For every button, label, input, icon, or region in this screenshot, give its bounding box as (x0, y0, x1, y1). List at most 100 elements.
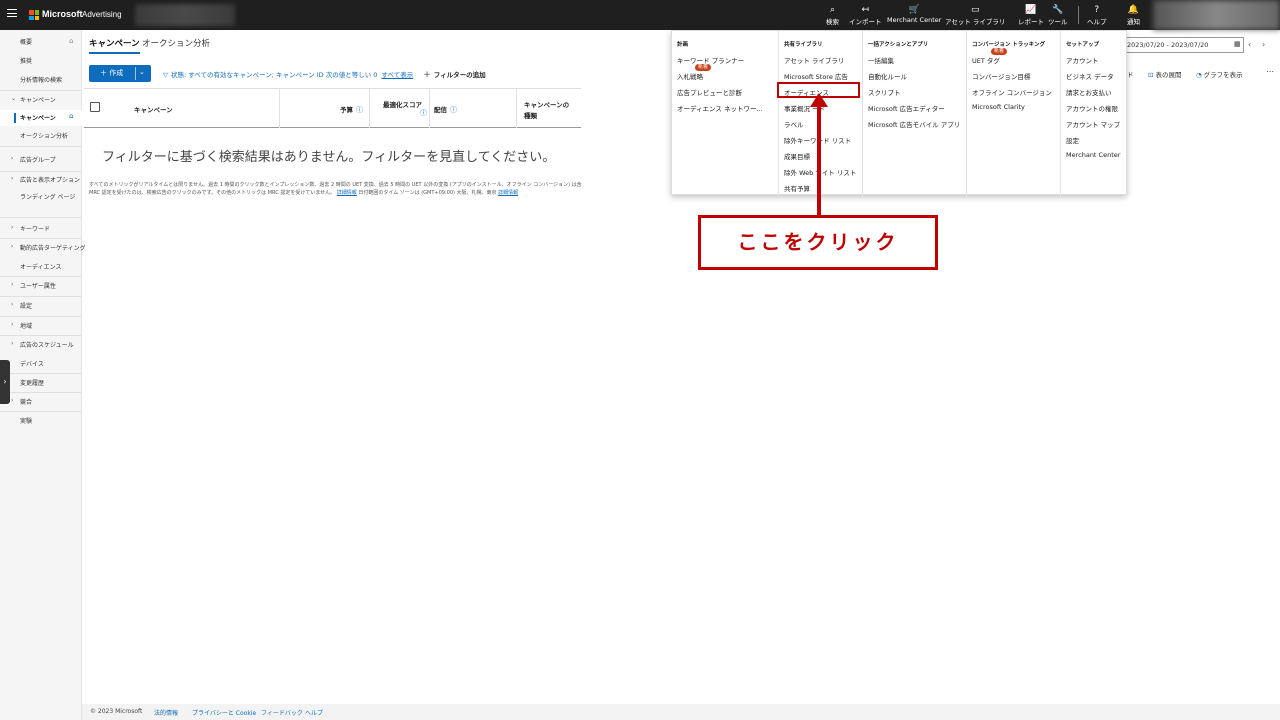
sidebar-item-locations[interactable]: › 地域 (0, 321, 82, 335)
sidebar-item-insights[interactable]: 分析情報の検索 (0, 75, 82, 89)
nav-notifications[interactable]: 🔔 通知 (1127, 5, 1140, 26)
details-link[interactable]: 詳細情報 (337, 190, 357, 196)
menu-item-account-access[interactable]: アカウントの権限 (1066, 103, 1118, 113)
menu-item-bulk-edit[interactable]: 一括編集 (868, 55, 894, 65)
nav-import[interactable]: ↤ インポート (849, 5, 882, 26)
nav-search[interactable]: ⌕ 検索 (826, 5, 839, 26)
home-icon: ⌂ (69, 37, 74, 45)
tab-campaigns[interactable]: キャンペーン (89, 37, 140, 54)
menu-item-audience-network[interactable]: オーディエンス ネットワー... (677, 103, 763, 113)
nav-tools[interactable]: 🔧 ツール (1048, 5, 1068, 26)
col-delivery[interactable]: 配信 ⓘ (434, 104, 457, 115)
menu-item-billing[interactable]: 請求とお支払い (1066, 87, 1112, 97)
menu-item-uet-tag[interactable]: UET タグ (972, 55, 1000, 65)
annotation-arrow (817, 99, 821, 215)
bell-icon: 🔔 (1127, 5, 1140, 15)
nav-reports[interactable]: 📈 レポート (1018, 5, 1044, 26)
left-sidebar: 概要 ⌂ 推奨 分析情報の検索 ⌄ キャンペーン キャンペーン ⌂ オークション… (0, 30, 86, 720)
sidebar-item-devices[interactable]: デバイス (0, 359, 82, 373)
menu-item-conversion-goals[interactable]: 成果目標 (784, 151, 810, 161)
menu-item-ad-preview[interactable]: 広告プレビューと診断 (677, 87, 742, 97)
sidebar-item-overview[interactable]: 概要 ⌂ (0, 37, 82, 51)
footer-link-help[interactable]: ヘルプ (305, 708, 323, 717)
account-selector[interactable] (135, 4, 235, 26)
filter-icon[interactable]: ▽ (163, 71, 168, 79)
sidebar-item-recommendations[interactable]: 推奨 (0, 56, 82, 70)
chevron-right-icon: › (11, 281, 14, 288)
sidebar-item-auction-insights[interactable]: オークション分析 (0, 131, 82, 145)
chevron-right-icon: › (11, 155, 14, 162)
date-next-icon[interactable]: › (1262, 40, 1265, 49)
col-campaign[interactable]: キャンペーン (134, 104, 173, 114)
sidebar-item-experiments[interactable]: 実験 (0, 416, 82, 430)
nav-merchant-center[interactable]: 🛒 Merchant Center (887, 5, 941, 24)
menu-item-mobile-app[interactable]: Microsoft 広告モバイル アプリ (868, 119, 960, 129)
sidebar-divider (0, 238, 82, 239)
menu-item-offline-conversions[interactable]: オフライン コンバージョン (972, 87, 1052, 97)
select-all-checkbox[interactable] (90, 102, 100, 112)
sidebar-item-campaigns[interactable]: キャンペーン ⌂ (0, 110, 82, 126)
sidebar-item-ads-extensions[interactable]: › 広告と表示オプション (0, 175, 82, 189)
sidebar-item-audiences[interactable]: オーディエンス (0, 262, 82, 276)
show-all-link[interactable]: すべて表示 (381, 71, 413, 79)
add-filter-button[interactable]: フィルターの追加 (434, 71, 486, 79)
menu-item-microsoft-clarity[interactable]: Microsoft Clarity (972, 103, 1025, 111)
info-icon[interactable]: ⓘ (417, 108, 427, 118)
menu-item-merchant-center[interactable]: Merchant Center (1066, 151, 1120, 159)
user-profile[interactable] (1153, 0, 1280, 30)
search-icon: ⌕ (829, 5, 836, 15)
menu-item-account-map[interactable]: アカウント マップ (1066, 119, 1120, 129)
menu-item-ads-editor[interactable]: Microsoft 広告エディター (868, 103, 945, 113)
brand-sub[interactable]: Advertising (82, 10, 122, 19)
create-button[interactable]: ＋ 作成 ⌄ (89, 65, 151, 82)
sidebar-group-campaigns[interactable]: ⌄ キャンペーン (0, 95, 82, 109)
filter-text[interactable]: 状態: すべての有効なキャンペーン; キャンペーン ID 次の値と等しい 0 (171, 71, 377, 79)
footer-link-privacy[interactable]: プライバシーと Cookie (192, 708, 256, 717)
chevron-down-icon[interactable]: ⌄ (139, 68, 145, 76)
menu-item-scripts[interactable]: スクリプト (868, 87, 901, 97)
nav-help[interactable]: ? ヘルプ (1087, 5, 1107, 26)
sidebar-collapse-toggle[interactable]: › (0, 360, 10, 404)
sidebar-item-ad-groups[interactable]: › 広告グループ (0, 155, 82, 169)
sidebar-item-change-history[interactable]: 変更履歴 (0, 378, 82, 392)
show-chart-button[interactable]: ◔ グラフを表示 (1196, 69, 1243, 79)
menu-item-accounts[interactable]: アカウント (1066, 55, 1099, 65)
calendar-icon: ▦ (1234, 40, 1241, 48)
menu-item-labels[interactable]: ラベル (784, 119, 804, 129)
sidebar-item-competition[interactable]: › 競合 (0, 397, 82, 411)
date-range-picker[interactable]: 2023/07/20 - 2023/07/20 ▦ (1124, 37, 1244, 53)
nav-asset-library[interactable]: ▭ アセット ライブラリ (945, 5, 1005, 26)
expand-table-button[interactable]: ⊡ 表の展開 (1148, 69, 1181, 79)
footer-link-feedback[interactable]: フィードバック (261, 708, 303, 717)
menu-item-asset-library[interactable]: アセット ライブラリ (784, 55, 844, 65)
menu-item-microsoft-store-ads[interactable]: Microsoft Store 広告 (784, 71, 848, 81)
menu-item-conversion-goals[interactable]: コンバージョン目標 (972, 71, 1030, 81)
menu-item-bid-strategy[interactable]: 入札戦略 (677, 71, 703, 81)
filter-bar: ▽ 状態: すべての有効なキャンペーン; キャンペーン ID 次の値と等しい 0 す… (163, 69, 486, 80)
menu-item-shared-budgets[interactable]: 共有予算 (784, 183, 810, 193)
menu-item-business-data[interactable]: ビジネス データ (1066, 71, 1114, 81)
date-prev-icon[interactable]: ‹ (1248, 40, 1251, 49)
sidebar-divider (0, 217, 82, 218)
sidebar-item-settings[interactable]: › 設定 (0, 301, 82, 315)
tab-auction-insights[interactable]: オークション分析 (142, 37, 210, 49)
sidebar-item-demographics[interactable]: › ユーザー属性 (0, 281, 82, 295)
menu-item-automated-rules[interactable]: 自動化ルール (868, 71, 907, 81)
sidebar-item-keywords[interactable]: › キーワード (0, 224, 82, 238)
col-campaign-type[interactable]: キャンペーンの (524, 99, 569, 109)
info-icon[interactable]: ⓘ (356, 106, 363, 114)
more-options-icon[interactable]: ⋯ (1266, 67, 1274, 76)
sidebar-item-landing-pages[interactable]: ランディング ページ (0, 193, 82, 215)
chevron-right-icon: › (11, 340, 14, 347)
sidebar-divider (0, 316, 82, 317)
sidebar-item-ad-schedule[interactable]: › 広告のスケジュール (0, 340, 82, 354)
menu-item-settings[interactable]: 設定 (1066, 135, 1079, 145)
sidebar-item-dynamic-targets[interactable]: › 動的広告ターゲティング (0, 243, 86, 257)
menu-icon[interactable] (7, 9, 17, 17)
details-link[interactable]: 詳細情報 (498, 190, 518, 196)
menu-item-keyword-planner[interactable]: キーワード プランナー (677, 55, 744, 65)
col-budget[interactable]: 予算 ⓘ (340, 104, 363, 115)
footer-link-legal[interactable]: 法的情報 (154, 708, 178, 717)
brand-name[interactable]: Microsoft (42, 9, 83, 19)
info-icon[interactable]: ⓘ (450, 106, 457, 114)
